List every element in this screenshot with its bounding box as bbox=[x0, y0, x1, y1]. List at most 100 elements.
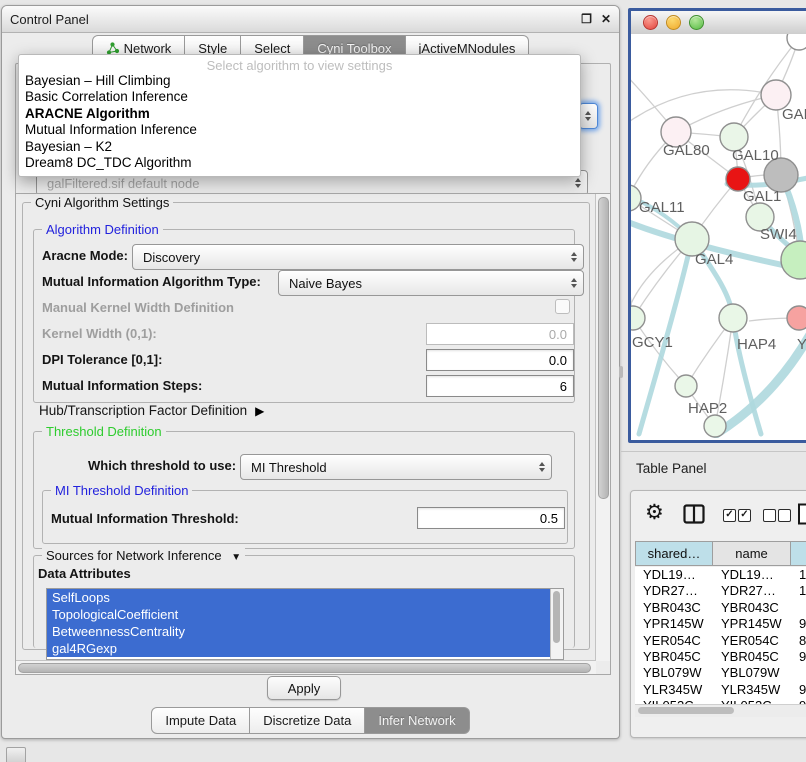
network-node-bottom-node[interactable] bbox=[704, 415, 726, 437]
table-cell[interactable]: YBL079W bbox=[713, 665, 791, 681]
close-traffic-light[interactable] bbox=[643, 15, 658, 30]
gear-icon[interactable]: ⚙ bbox=[645, 500, 664, 525]
page-icon[interactable] bbox=[797, 503, 806, 525]
node-label-gcy1: GCY1 bbox=[632, 334, 673, 351]
cyni-settings-group: Cyni Algorithm Settings Algorithm Defini… bbox=[22, 202, 590, 650]
mi-threshold-group-label: MI Threshold Definition bbox=[51, 483, 192, 498]
select-all-check-icon[interactable]: ✓ bbox=[738, 509, 751, 522]
table-cell[interactable]: YBR043C bbox=[635, 600, 713, 616]
table-row[interactable]: YBR043CYBR043C bbox=[635, 600, 806, 616]
algorithm-popup: Select algorithm to view settings Bayesi… bbox=[18, 54, 581, 177]
attribute-item-betweennesscentrality[interactable]: BetweennessCentrality bbox=[47, 623, 551, 640]
minimize-traffic-light[interactable] bbox=[666, 15, 681, 30]
network-node-top-node[interactable] bbox=[787, 34, 806, 50]
algorithm-option-bayesian-hill-climbing[interactable]: Bayesian – Hill Climbing bbox=[19, 73, 580, 89]
table-cell[interactable]: 9. bbox=[791, 649, 806, 665]
bottom-left-panel-icon[interactable] bbox=[6, 747, 26, 762]
algorithm-option-bayesian-k2[interactable]: Bayesian – K2 bbox=[19, 139, 580, 155]
network-node-salmon-node[interactable] bbox=[787, 306, 806, 330]
aracne-mode-select[interactable]: Discovery bbox=[132, 244, 584, 270]
scrollbar-thumb[interactable] bbox=[598, 197, 609, 499]
deselect-all-icon[interactable] bbox=[763, 509, 776, 522]
deselect-all-icon[interactable] bbox=[778, 509, 791, 522]
table-row[interactable]: YLR345WYLR345W9. bbox=[635, 682, 806, 698]
table-cell[interactable] bbox=[791, 665, 806, 681]
table-cell[interactable]: YBR045C bbox=[635, 649, 713, 665]
attribute-item-topologicalcoefficient[interactable]: TopologicalCoefficient bbox=[47, 606, 551, 623]
hub-expander[interactable]: Hub/Transcription Factor Definition▶ bbox=[39, 403, 264, 418]
table-cell[interactable] bbox=[791, 600, 806, 616]
table-row[interactable]: YER054CYER054C8. bbox=[635, 633, 806, 649]
mi-type-label: Mutual Information Algorithm Type: bbox=[42, 274, 261, 289]
settings-vertical-scrollbar[interactable] bbox=[595, 194, 610, 661]
sources-expander[interactable]: Sources for Network Inference ▼ bbox=[42, 548, 245, 565]
table-cell[interactable]: YPR145W bbox=[635, 616, 713, 632]
table-cell[interactable]: YER054C bbox=[635, 633, 713, 649]
table-cell[interactable]: YBR045C bbox=[713, 649, 791, 665]
split-pane-grip[interactable] bbox=[619, 366, 623, 378]
apply-button[interactable]: Apply bbox=[267, 676, 341, 700]
mi-steps-field[interactable] bbox=[426, 375, 574, 397]
close-window-icon[interactable]: ✕ bbox=[601, 12, 611, 26]
table-cell[interactable]: YDL19… bbox=[713, 567, 791, 583]
column-header-shared[interactable]: shared… bbox=[635, 541, 713, 566]
mi-threshold-field[interactable] bbox=[417, 507, 565, 529]
tab-infer-network[interactable]: Infer Network bbox=[365, 707, 469, 734]
tab-impute-data[interactable]: Impute Data bbox=[151, 707, 250, 734]
which-threshold-select[interactable]: MI Threshold bbox=[240, 454, 552, 480]
panel-divider bbox=[621, 451, 806, 452]
table-header-row: shared…name bbox=[635, 541, 806, 566]
settings-horizontal-scrollbar[interactable] bbox=[16, 660, 596, 674]
table-row[interactable]: YDL19…YDL19…13 bbox=[635, 567, 806, 583]
network-canvas[interactable]: GALGAL80GAL10GAL1GAL11SWI4GAL4GCY1HAP4YH… bbox=[631, 34, 806, 440]
attribute-item-gal4rgexp[interactable]: gal4RGexp bbox=[47, 640, 551, 657]
algorithm-combo-button[interactable] bbox=[579, 103, 598, 129]
table-cell[interactable]: YBL079W bbox=[635, 665, 713, 681]
table-cell[interactable]: 12 bbox=[791, 583, 806, 599]
node-label-gal4: GAL4 bbox=[695, 251, 733, 268]
table-cell[interactable]: YLR345W bbox=[635, 682, 713, 698]
select-all-check-icon[interactable]: ✓ bbox=[723, 509, 736, 522]
algorithm-option-mutual-information-inference[interactable]: Mutual Information Inference bbox=[19, 122, 580, 138]
algorithm-option-dream8-dc-tdc-algorithm[interactable]: Dream8 DC_TDC Algorithm bbox=[19, 155, 580, 171]
table-row[interactable]: YBR045CYBR045C9. bbox=[635, 649, 806, 665]
attribute-item-selfloops[interactable]: SelfLoops bbox=[47, 589, 551, 606]
scrollbar-thumb[interactable] bbox=[18, 663, 591, 673]
table-cell[interactable]: 9. bbox=[791, 616, 806, 632]
algorithm-option-aracne-algorithm[interactable]: ARACNE Algorithm bbox=[19, 106, 580, 122]
zoom-traffic-light[interactable] bbox=[689, 15, 704, 30]
scrollbar-thumb[interactable] bbox=[638, 707, 734, 714]
table-cell[interactable]: 9. bbox=[791, 682, 806, 698]
control-panel-window: Control Panel ❒ ✕ NetworkStyleSelectCyni… bbox=[1, 5, 620, 739]
float-window-icon[interactable]: ❒ bbox=[581, 12, 592, 26]
algorithm-option-basic-correlation-inference[interactable]: Basic Correlation Inference bbox=[19, 89, 580, 105]
column-header-extra[interactable] bbox=[791, 541, 806, 566]
table-cell[interactable]: YLR345W bbox=[713, 682, 791, 698]
dpi-tolerance-field[interactable] bbox=[426, 349, 574, 371]
network-node-hap2-node[interactable] bbox=[675, 375, 697, 397]
table-row[interactable]: YBL079WYBL079W bbox=[635, 665, 806, 681]
network-window-titlebar[interactable] bbox=[631, 11, 806, 35]
mi-algorithm-type-select[interactable]: Naive Bayes bbox=[278, 270, 584, 296]
columns-icon[interactable] bbox=[683, 504, 705, 524]
table-cell[interactable]: YER054C bbox=[713, 633, 791, 649]
table-horizontal-scrollbar[interactable] bbox=[635, 704, 806, 717]
table-cell[interactable]: 8. bbox=[791, 633, 806, 649]
table-row[interactable]: YPR145WYPR145W9. bbox=[635, 616, 806, 632]
attributes-scrollbar[interactable] bbox=[550, 589, 563, 659]
scrollbar-thumb[interactable] bbox=[553, 591, 560, 643]
column-header-name[interactable]: name bbox=[713, 541, 791, 566]
table-cell[interactable]: YBR043C bbox=[713, 600, 791, 616]
control-panel-titlebar[interactable]: Control Panel ❒ ✕ bbox=[2, 6, 619, 33]
table-cell[interactable]: YPR145W bbox=[713, 616, 791, 632]
network-node-swi4-node[interactable] bbox=[781, 241, 806, 279]
table-cell[interactable]: YDR27… bbox=[635, 583, 713, 599]
node-label-gal1: GAL1 bbox=[743, 188, 781, 205]
network-node-hap4-node[interactable] bbox=[719, 304, 747, 332]
table-cell[interactable]: YDL19… bbox=[635, 567, 713, 583]
table-cell[interactable]: YDR27… bbox=[713, 583, 791, 599]
table-cell[interactable]: 13 bbox=[791, 567, 806, 583]
tab-discretize-data[interactable]: Discretize Data bbox=[250, 707, 365, 734]
table-row[interactable]: YDR27…YDR27…12 bbox=[635, 583, 806, 599]
network-node-gcy1-node[interactable] bbox=[631, 306, 645, 330]
